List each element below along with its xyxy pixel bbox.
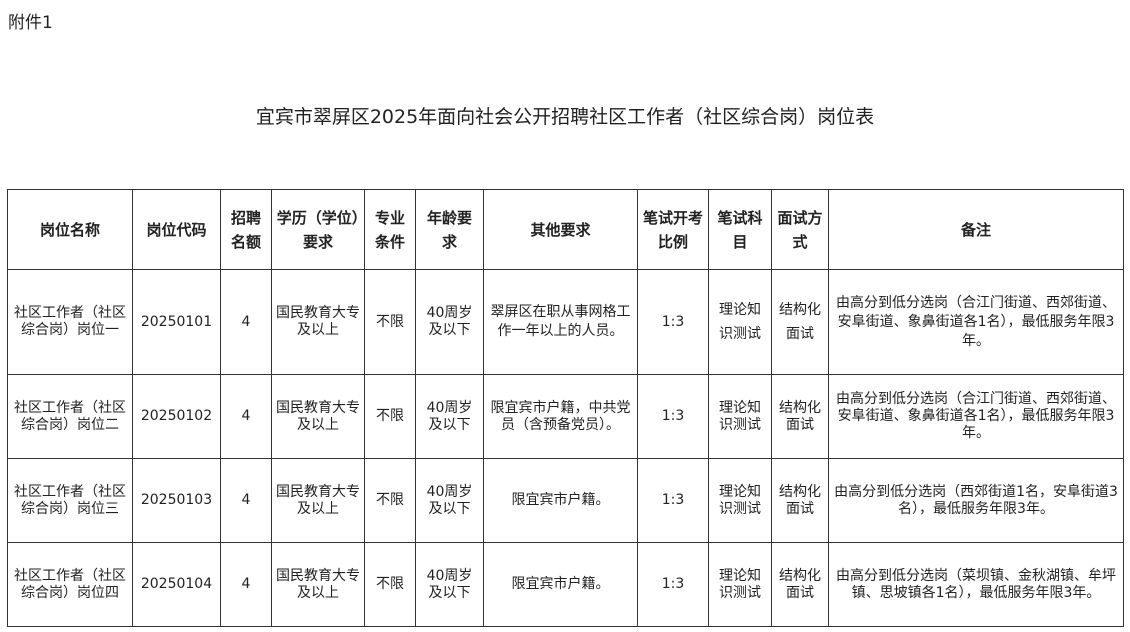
- quota-cell: 4: [220, 269, 272, 375]
- position-name-cell: 社区工作者（社区综合岗）岗位四: [7, 542, 133, 627]
- attachment-label: 附件1: [8, 13, 53, 33]
- quota-cell: 4: [220, 542, 272, 627]
- education-cell: 国民教育大专及以上: [271, 458, 365, 543]
- major-cell: 不限: [364, 542, 416, 627]
- table-row: 社区工作者（社区综合岗）岗位一 20250101 4 国民教育大专及以上 不限 …: [7, 269, 1124, 375]
- column-header: 岗位代码: [132, 189, 221, 270]
- position-name-cell: 社区工作者（社区综合岗）岗位三: [7, 458, 133, 543]
- position-code-cell: 20250102: [132, 374, 221, 459]
- interview-method-cell: 结构化面试: [771, 374, 829, 459]
- column-header: 岗位名称: [7, 189, 133, 270]
- table-header-row: 岗位名称 岗位代码 招聘名额 学历（学位）要求 专业条件 年龄要求 其他要求 笔…: [7, 189, 1124, 270]
- table-row: 社区工作者（社区综合岗）岗位四 20250104 4 国民教育大专及以上 不限 …: [7, 542, 1124, 627]
- major-cell: 不限: [364, 374, 416, 459]
- exam-ratio-cell: 1:3: [637, 269, 709, 375]
- column-header: 笔试开考比例: [637, 189, 709, 270]
- table-row: 社区工作者（社区综合岗）岗位三 20250103 4 国民教育大专及以上 不限 …: [7, 458, 1124, 543]
- exam-ratio-cell: 1:3: [637, 542, 709, 627]
- education-cell: 国民教育大专及以上: [271, 269, 365, 375]
- note-cell: 由高分到低分选岗（菜坝镇、金秋湖镇、牟坪镇、思坡镇各1名），最低服务年限3年。: [828, 542, 1124, 627]
- note-cell: 由高分到低分选岗（西郊街道1名，安阜街道3名），最低服务年限3年。: [828, 458, 1124, 543]
- position-code-cell: 20250104: [132, 542, 221, 627]
- note-cell: 由高分到低分选岗（合江门街道、西郊街道、安阜街道、象鼻街道各1名），最低服务年限…: [828, 374, 1124, 459]
- column-header: 面试方式: [771, 189, 829, 270]
- education-cell: 国民教育大专及以上: [271, 542, 365, 627]
- quota-cell: 4: [220, 374, 272, 459]
- other-requirements-cell: 限宜宾市户籍，中共党员（含预备党员）。: [483, 374, 638, 459]
- table-row: 社区工作者（社区综合岗）岗位二 20250102 4 国民教育大专及以上 不限 …: [7, 374, 1124, 459]
- interview-method-cell: 结构化面试: [771, 542, 829, 627]
- exam-subject-cell: 理论知识测试: [708, 542, 772, 627]
- position-name-cell: 社区工作者（社区综合岗）岗位一: [7, 269, 133, 375]
- age-cell: 40周岁及以下: [415, 542, 484, 627]
- other-requirements-cell: 限宜宾市户籍。: [483, 458, 638, 543]
- major-cell: 不限: [364, 458, 416, 543]
- age-cell: 40周岁及以下: [415, 374, 484, 459]
- exam-ratio-cell: 1:3: [637, 458, 709, 543]
- exam-subject-cell: 理论知识测试: [708, 374, 772, 459]
- exam-subject-cell: 理论知识测试: [708, 269, 772, 375]
- exam-ratio-cell: 1:3: [637, 374, 709, 459]
- column-header: 笔试科目: [708, 189, 772, 270]
- major-cell: 不限: [364, 269, 416, 375]
- page-title: 宜宾市翠屏区2025年面向社会公开招聘社区工作者（社区综合岗）岗位表: [255, 106, 875, 128]
- column-header: 专业条件: [364, 189, 416, 270]
- age-cell: 40周岁及以下: [415, 269, 484, 375]
- column-header: 年龄要求: [415, 189, 484, 270]
- education-cell: 国民教育大专及以上: [271, 374, 365, 459]
- position-name-cell: 社区工作者（社区综合岗）岗位二: [7, 374, 133, 459]
- position-code-cell: 20250103: [132, 458, 221, 543]
- column-header: 其他要求: [483, 189, 638, 270]
- interview-method-cell: 结构化面试: [771, 458, 829, 543]
- other-requirements-cell: 限宜宾市户籍。: [483, 542, 638, 627]
- age-cell: 40周岁及以下: [415, 458, 484, 543]
- position-code-cell: 20250101: [132, 269, 221, 375]
- quota-cell: 4: [220, 458, 272, 543]
- exam-subject-cell: 理论知识测试: [708, 458, 772, 543]
- column-header: 备注: [828, 189, 1124, 270]
- interview-method-cell: 结构化面试: [771, 269, 829, 375]
- other-requirements-cell: 翠屏区在职从事网格工作一年以上的人员。: [483, 269, 638, 375]
- column-header: 学历（学位）要求: [271, 189, 365, 270]
- position-table: 岗位名称 岗位代码 招聘名额 学历（学位）要求 专业条件 年龄要求 其他要求 笔…: [7, 189, 1124, 627]
- column-header: 招聘名额: [220, 189, 272, 270]
- note-cell: 由高分到低分选岗（合江门街道、西郊街道、安阜街道、象鼻街道各1名），最低服务年限…: [828, 269, 1124, 375]
